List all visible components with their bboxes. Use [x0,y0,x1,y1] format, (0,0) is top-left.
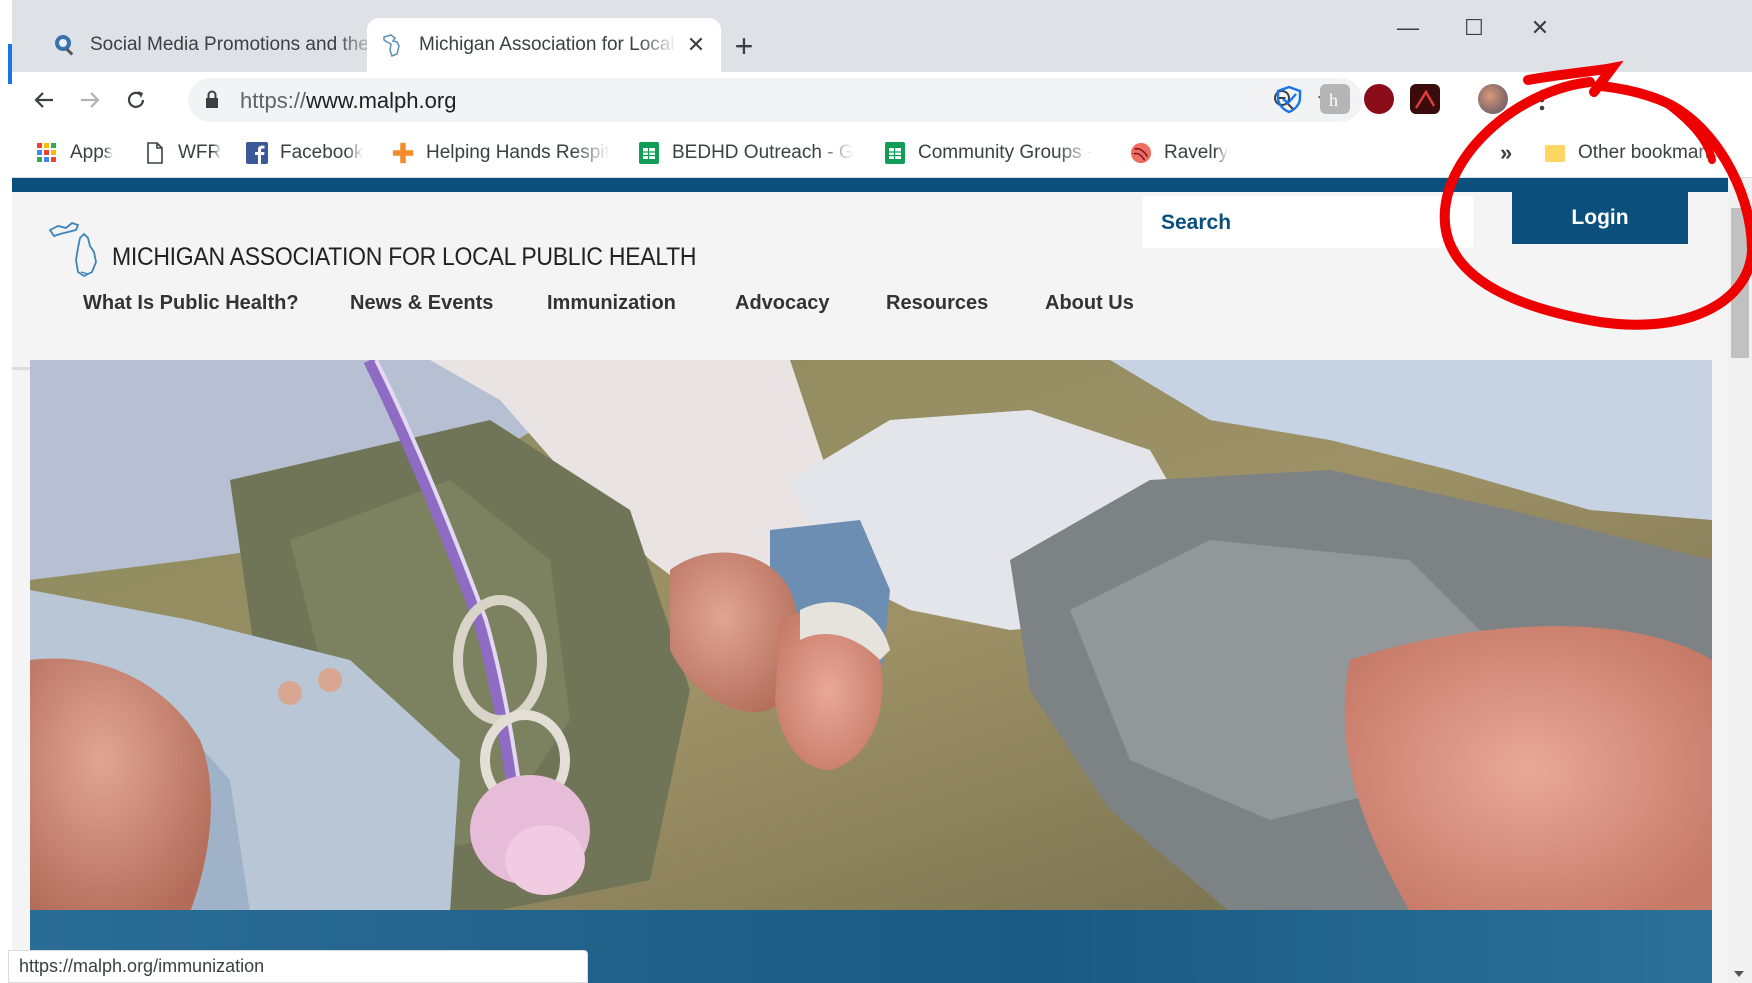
window-edge [0,0,12,983]
search-favicon-icon [52,32,78,58]
ravelry-icon [1130,142,1152,164]
bookmark-facebook[interactable]: Facebook [246,138,363,168]
nav-what-is-public-health[interactable]: What Is Public Health? [83,292,299,315]
tab-malph[interactable]: Michigan Association for Local Pu ✕ [367,18,721,72]
svg-text:h: h [1329,90,1338,110]
nav-about-us[interactable]: About Us [1045,292,1134,315]
browser-toolbar: https://www.malph.org h [12,72,1752,128]
tab-title: Social Media Promotions and the [90,34,369,55]
minimize-icon[interactable]: — [1388,10,1428,46]
nav-immunization[interactable]: Immunization [547,292,676,315]
web-page: MICHIGAN ASSOCIATION FOR LOCAL PUBLIC HE… [12,178,1752,983]
bookmark-wfr[interactable]: WFR [144,138,221,168]
close-window-icon[interactable]: ✕ [1520,10,1560,46]
nav-resources[interactable]: Resources [886,292,988,315]
menu-icon[interactable] [1524,82,1560,118]
tab-social-media[interactable]: Social Media Promotions and the ✕ [38,18,423,72]
site-top-bar [12,178,1752,192]
page-scrollbar[interactable] [1728,178,1752,983]
status-url-bubble: https://malph.org/immunization [8,950,588,983]
lock-icon[interactable] [204,90,220,115]
apps-icon [36,142,58,164]
facebook-icon [246,142,268,164]
forward-icon[interactable] [72,82,108,118]
sheets-icon [638,142,660,164]
h-extension-icon[interactable]: h [1320,84,1350,114]
bookmark-helping-hands[interactable]: Helping Hands Respit [392,138,610,168]
bookmarks-overflow-button[interactable]: » [1500,138,1512,168]
login-button[interactable]: Login [1512,192,1688,244]
maximize-icon[interactable]: ☐ [1454,10,1494,46]
new-tab-button[interactable]: + [726,28,762,64]
tab-strip: Social Media Promotions and the ✕ Michig… [12,0,1752,72]
reload-icon[interactable] [118,82,154,118]
scroll-down-icon[interactable] [1734,971,1744,977]
folder-icon [1544,142,1566,164]
tab-close-icon[interactable]: ✕ [685,34,707,56]
url-text: https://www.malph.org [240,88,457,113]
red-extension-icon[interactable] [1364,84,1394,114]
michigan-logo-icon [48,221,97,278]
plus-icon [392,142,414,164]
pdf-extension-icon[interactable] [1410,84,1440,114]
browser-window: Social Media Promotions and the ✕ Michig… [0,0,1752,983]
bookmark-other[interactable]: Other bookmarks [1544,138,1724,168]
scrollbar-thumb[interactable] [1731,208,1749,358]
tab-title: Michigan Association for Local Pu [419,34,677,55]
bookmark-bedhd[interactable]: BEDHD Outreach - G [638,138,854,168]
michigan-favicon-icon [381,32,407,58]
hero-image [30,360,1712,912]
address-bar[interactable]: https://www.malph.org [188,78,1362,122]
nav-advocacy[interactable]: Advocacy [735,292,830,315]
page-icon [144,142,166,164]
nav-news-events[interactable]: News & Events [350,292,493,315]
bookmark-ravelry[interactable]: Ravelry [1130,138,1228,168]
site-search-input[interactable]: Search [1143,196,1473,248]
bookmark-community-groups[interactable]: Community Groups - [884,138,1093,168]
shield-extension-icon[interactable] [1274,84,1304,114]
bookmarks-bar: Apps WFR Facebook Helping Hands Respit B… [12,128,1752,178]
back-icon[interactable] [26,82,62,118]
site-logo[interactable]: MICHIGAN ASSOCIATION FOR LOCAL PUBLIC HE… [48,216,747,278]
profile-avatar[interactable] [1478,84,1508,114]
bookmark-apps[interactable]: Apps [36,138,113,168]
sheets-icon [884,142,906,164]
